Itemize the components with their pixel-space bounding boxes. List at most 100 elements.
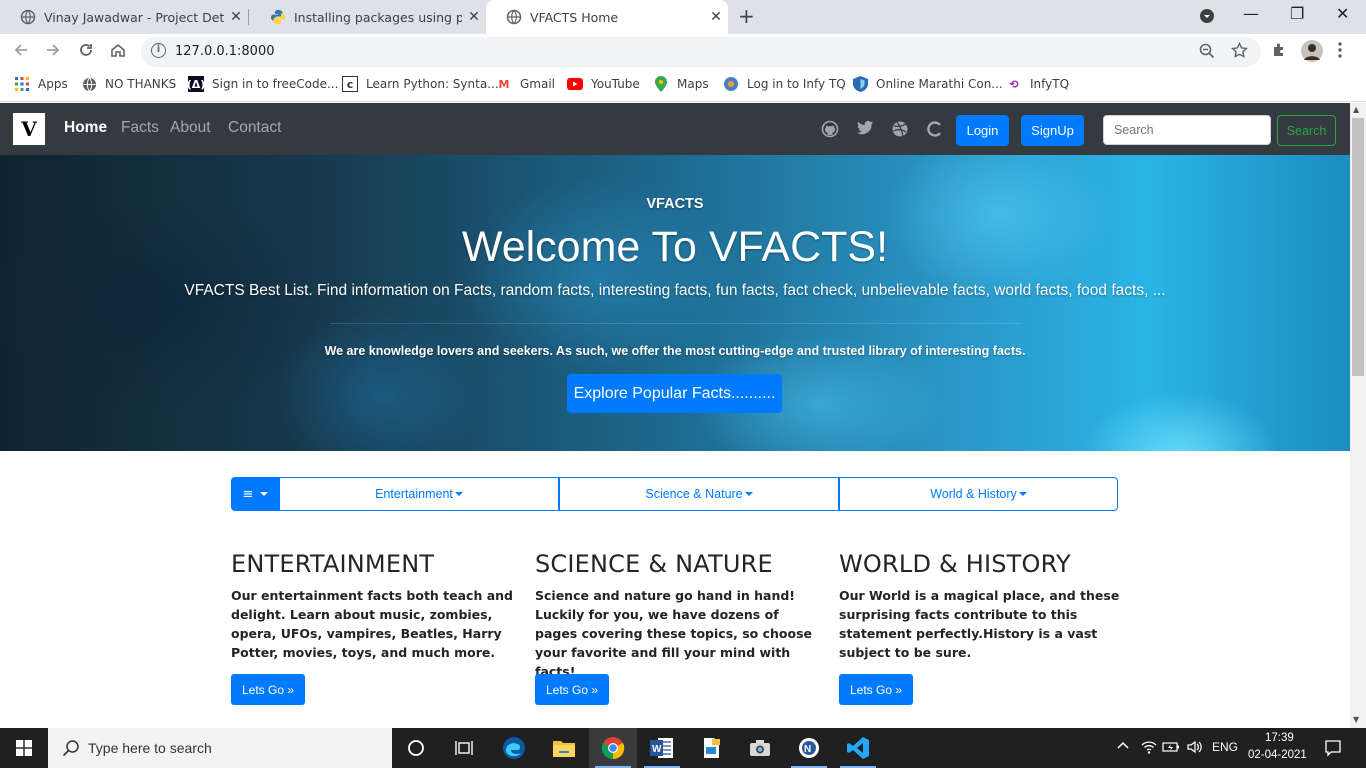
bookmark-label: Gmail [520, 77, 556, 91]
bookmark-item[interactable]: Maps [653, 76, 709, 92]
category-card: SCIENCE & NATURE Science and nature go h… [535, 550, 820, 705]
cortana-icon[interactable] [392, 728, 440, 768]
site-info-icon[interactable]: i [151, 43, 166, 58]
bookmark-item[interactable]: (Δ) Sign in to freeCode... [187, 76, 338, 92]
chevron-up-icon[interactable] [1116, 739, 1130, 756]
taskbar-search-input[interactable]: Type here to search [48, 728, 392, 768]
notification-icon[interactable] [1324, 739, 1342, 760]
bookmark-label: Log in to Infy TQ [747, 77, 846, 91]
nav-contact[interactable]: Contact [228, 119, 281, 137]
category-label: World & History [930, 487, 1017, 501]
word-icon[interactable]: W [638, 728, 686, 768]
close-window-icon[interactable]: ✕ [1336, 4, 1349, 23]
file-explorer-icon[interactable] [540, 728, 588, 768]
scroll-down-icon[interactable]: ▼ [1353, 715, 1359, 724]
clock-date[interactable]: 02-04-2021 [1248, 749, 1307, 761]
bookmarks-bar: Apps NO THANKS (Δ) Sign in to freeCode..… [0, 70, 1366, 102]
forward-icon[interactable] [44, 41, 62, 64]
github-icon[interactable] [821, 120, 839, 138]
nav-facts[interactable]: Facts [121, 119, 159, 137]
bookmark-item[interactable]: YouTube [567, 76, 640, 92]
bookmark-label: Online Marathi Con... [876, 77, 1003, 91]
nav-about[interactable]: About [170, 119, 211, 137]
bookmark-item[interactable]: M Gmail [496, 76, 556, 92]
scroll-up-icon[interactable]: ▲ [1353, 105, 1359, 114]
camera-icon[interactable] [736, 728, 784, 768]
maps-pin-icon [653, 76, 669, 92]
category-entertainment-dropdown[interactable]: Entertainment [279, 477, 559, 511]
language-indicator[interactable]: ENG [1212, 740, 1238, 754]
extensions-icon[interactable] [1271, 41, 1288, 63]
bookmark-item[interactable]: c Learn Python: Synta... [342, 76, 499, 92]
category-science-dropdown[interactable]: Science & Nature [559, 477, 839, 511]
signup-button[interactable]: SignUp [1021, 115, 1084, 146]
browser-tab-active[interactable]: VFACTS Home ✕ [486, 0, 728, 34]
category-menu-button[interactable]: ≡ [231, 477, 279, 511]
bookmark-label: InfyTQ [1030, 77, 1070, 91]
reload-icon[interactable] [77, 41, 95, 64]
login-button[interactable]: Login [956, 115, 1009, 146]
battery-icon[interactable] [1162, 739, 1180, 758]
chrome-icon[interactable] [589, 728, 637, 768]
chrome-menu-icon[interactable] [1337, 41, 1343, 64]
bookmark-apps[interactable]: Apps [14, 76, 68, 92]
nav-home[interactable]: Home [64, 119, 107, 137]
browser-toolbar: i 127.0.0.1:8000 [0, 34, 1366, 70]
volume-icon[interactable] [1186, 739, 1204, 758]
circle-notch-icon[interactable] [926, 120, 944, 138]
avatar[interactable] [1301, 40, 1323, 67]
shield-icon [852, 76, 868, 92]
dribbble-icon[interactable] [891, 120, 909, 138]
globe-icon [81, 76, 97, 92]
profile-menu-icon[interactable] [1199, 8, 1215, 28]
bookmark-item[interactable]: Online Marathi Con... [852, 76, 1003, 92]
bookmark-label: NO THANKS [105, 77, 177, 91]
close-tab-icon[interactable]: ✕ [462, 9, 486, 25]
lets-go-button[interactable]: Lets Go » [535, 674, 609, 705]
bookmark-item[interactable]: NO THANKS [81, 76, 176, 92]
lets-go-button[interactable]: Lets Go » [839, 674, 913, 705]
infy-globe-icon [723, 76, 739, 92]
home-icon[interactable] [109, 41, 127, 64]
document-icon[interactable] [687, 728, 735, 768]
hero-divider [330, 323, 1020, 324]
hero-tagline: We are knowledge lovers and seekers. As … [324, 344, 1026, 358]
lets-go-button[interactable]: Lets Go » [231, 674, 305, 705]
windows-start-icon[interactable] [0, 728, 48, 768]
brand-logo[interactable]: V [13, 113, 45, 145]
category-world-dropdown[interactable]: World & History [839, 477, 1118, 511]
hero-subtitle: VFACTS Best List. Find information on Fa… [184, 282, 1166, 299]
wifi-icon[interactable] [1141, 739, 1157, 758]
zoom-icon[interactable] [1199, 43, 1215, 63]
minimize-icon[interactable]: — [1243, 4, 1259, 23]
close-tab-icon[interactable]: ✕ [224, 9, 248, 25]
clock-time[interactable]: 17:39 [1265, 732, 1294, 744]
tab-title: Installing packages using pip and [294, 9, 462, 25]
tab-title: VFACTS Home [530, 9, 619, 25]
scrollbar-thumb[interactable] [1352, 118, 1364, 376]
browser-tab-strip: Vinay Jawadwar - Project Detail ✕ Instal… [0, 0, 1366, 34]
app-icon[interactable]: N [785, 728, 833, 768]
bookmark-item[interactable]: Log in to Infy TQ [723, 76, 846, 92]
browser-tab[interactable]: Vinay Jawadwar - Project Detail ✕ [0, 0, 248, 34]
bookmark-label: Maps [677, 77, 709, 91]
browser-tab[interactable]: Installing packages using pip and ✕ [250, 0, 486, 34]
bookmark-item[interactable]: ⟲ InfyTQ [1006, 76, 1069, 92]
vscode-icon[interactable] [834, 728, 882, 768]
close-tab-icon[interactable]: ✕ [704, 9, 728, 25]
search-input[interactable]: Search [1103, 115, 1271, 145]
address-bar[interactable]: i 127.0.0.1:8000 [141, 37, 1261, 67]
svg-text:W: W [652, 744, 662, 755]
explore-facts-button[interactable]: Explore Popular Facts.......... [567, 374, 782, 413]
restore-icon[interactable]: ❐ [1290, 4, 1304, 23]
svg-text:N: N [804, 744, 811, 755]
edge-icon[interactable] [490, 728, 538, 768]
twitter-icon[interactable] [856, 120, 874, 138]
new-tab-icon[interactable]: + [738, 4, 755, 28]
hero-title: Welcome To VFACTS! [461, 223, 889, 271]
back-icon[interactable] [12, 41, 30, 64]
bookmark-star-icon[interactable] [1231, 41, 1248, 63]
brand-letter: V [21, 117, 37, 141]
task-view-icon[interactable] [440, 728, 488, 768]
search-button[interactable]: Search [1277, 115, 1336, 146]
